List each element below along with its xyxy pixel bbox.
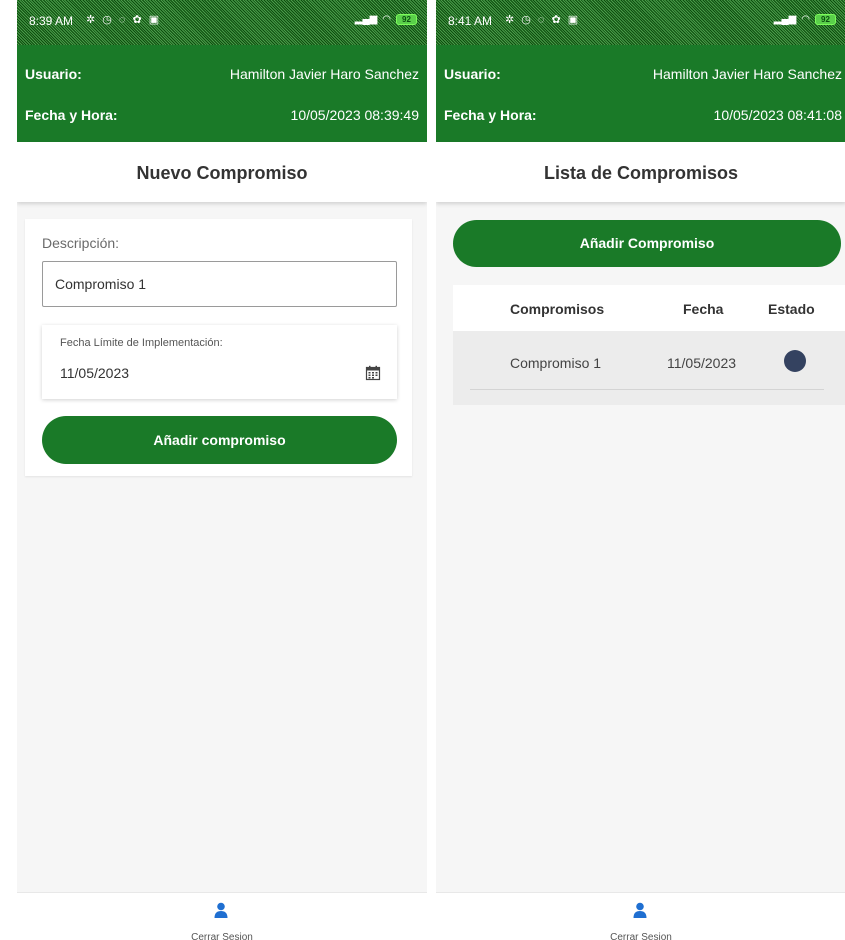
datetime-label: Fecha y Hora: [444,107,537,123]
column-header-status: Estado [768,301,815,317]
row-divider [470,389,824,390]
user-value: Hamilton Javier Haro Sanchez [652,66,842,82]
status-right: ▂▄▆ ◠ 92 [774,14,836,25]
screen-commitment-list: 8:41 AM ✲ ◷ ◌ ✿ ▣ ▂▄▆ ◠ 92 Usuario: Hami… [436,0,845,940]
column-header-commitments: Compromisos [510,301,605,317]
status-time: 8:41 AM [448,14,493,28]
description-label: Descripción: [42,235,120,251]
battery-icon: 92 [396,14,417,25]
user-value: Hamilton Javier Haro Sanchez [229,66,419,82]
deadline-label: Fecha Límite de Implementación: [60,337,223,349]
battery-icon: 92 [815,14,836,25]
status-bar: 8:39 AM ✲ ◷ ◌ ✿ ▣ ▂▄▆ ◠ 92 [17,0,427,45]
user-label: Usuario: [444,66,501,82]
cell-commitment: Compromiso 1 [510,355,602,371]
signal-icon: ▂▄▆ [354,14,378,25]
status-time: 8:39 AM [29,14,74,28]
notification-icons: ✲ ◷ ◌ ✿ ▣ [86,14,162,26]
add-commitment-button[interactable]: Añadir Compromiso [453,220,841,267]
wifi-icon: ◠ [801,14,810,25]
status-bar: 8:41 AM ✲ ◷ ◌ ✿ ▣ ▂▄▆ ◠ 92 [436,0,845,45]
wifi-icon: ◠ [382,14,391,25]
commitments-table: Compromisos Fecha Estado Compromiso 1 11… [453,285,845,405]
datetime-value: 10/05/2023 08:39:49 [290,107,419,123]
user-icon[interactable] [213,902,229,918]
add-commitment-button[interactable]: Añadir compromiso [42,416,397,464]
bottom-nav: Cerrar Sesion [17,892,427,940]
title-bar: Lista de Compromisos [436,142,845,202]
bottom-nav: Cerrar Sesion [436,892,845,940]
datetime-value: 10/05/2023 08:41:08 [713,107,842,123]
status-right: ▂▄▆ ◠ 92 [355,14,417,25]
notification-icons: ✲ ◷ ◌ ✿ ▣ [505,14,581,26]
title-bar: Nuevo Compromiso [17,142,427,202]
logout-label[interactable]: Cerrar Sesion [17,932,427,940]
user-header: Usuario: Hamilton Javier Haro Sanchez Fe… [17,45,427,142]
description-input[interactable] [42,261,397,307]
cell-date: 11/05/2023 [667,355,737,371]
logout-label[interactable]: Cerrar Sesion [436,932,845,940]
deadline-value: 11/05/2023 [60,365,130,381]
user-header: Usuario: Hamilton Javier Haro Sanchez Fe… [436,45,845,142]
user-label: Usuario: [25,66,82,82]
calendar-icon[interactable] [365,365,381,381]
column-header-date: Fecha [683,301,724,317]
signal-icon: ▂▄▆ [773,14,797,25]
deadline-date-field[interactable]: Fecha Límite de Implementación: 11/05/20… [42,325,397,399]
page-title: Lista de Compromisos [543,163,739,183]
screen-new-commitment: 8:39 AM ✲ ◷ ◌ ✿ ▣ ▂▄▆ ◠ 92 Usuario: Hami… [17,0,427,940]
page-title: Nuevo Compromiso [136,163,308,183]
user-icon[interactable] [632,902,648,918]
table-header: Compromisos Fecha Estado [453,285,845,331]
datetime-label: Fecha y Hora: [25,107,118,123]
status-dot-icon [784,350,806,372]
commitment-form: Descripción: Fecha Límite de Implementac… [25,219,412,476]
